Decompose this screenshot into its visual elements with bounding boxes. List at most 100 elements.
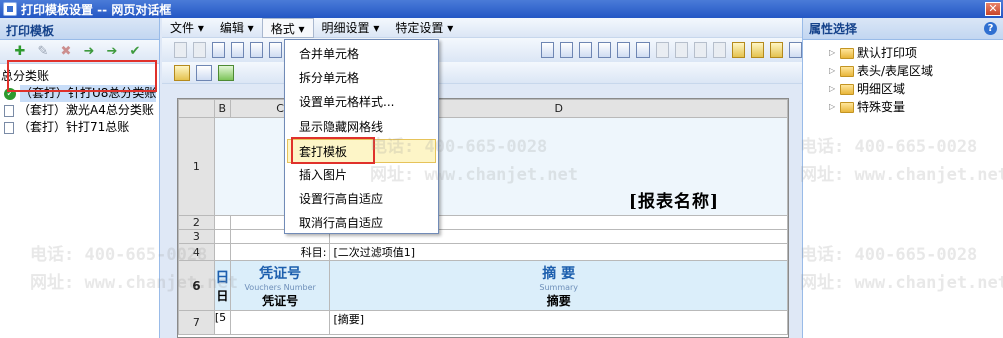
border-icon[interactable] <box>655 42 669 58</box>
align-left-icon[interactable] <box>541 42 555 58</box>
menu-bar: 文件 ▾ 编辑 ▾ 格式 ▾ 明细设置 ▾ 特定设置 ▾ <box>162 17 802 38</box>
delete-template-icon[interactable]: ✖ <box>58 44 74 60</box>
summary-label: 摘 要 <box>542 265 576 282</box>
apply-icon[interactable]: ✔ <box>127 44 143 60</box>
summary-header-cell[interactable]: 摘 要 Summary 摘要 <box>329 260 788 311</box>
expand-arrow-icon[interactable]: ▷ <box>829 62 837 80</box>
voucher-sub-label: Vouchers Number <box>244 282 316 292</box>
indent-icon[interactable] <box>579 42 593 58</box>
property-panel-title: 属性选择 <box>809 22 858 36</box>
document-icon <box>4 121 14 134</box>
align-center-icon[interactable] <box>560 42 574 58</box>
menu-format[interactable]: 格式 ▾ <box>261 17 314 38</box>
subject-value[interactable]: [二次过滤项值1] <box>329 243 788 261</box>
row-header-7[interactable]: 7 <box>178 310 215 335</box>
find-icon[interactable] <box>750 42 765 58</box>
list-icon[interactable] <box>196 64 212 81</box>
folder-icon <box>840 83 854 95</box>
row-header-6[interactable]: 6 <box>178 260 215 311</box>
style-icon[interactable] <box>731 42 745 58</box>
valign-top-icon[interactable] <box>617 42 631 58</box>
subject-label[interactable]: 科目: <box>229 243 331 261</box>
folder-icon <box>840 65 854 77</box>
highlight-box <box>7 60 157 92</box>
day-label-cn: 日 <box>216 289 229 303</box>
insert-row-icon[interactable] <box>712 42 726 58</box>
document-icon <box>4 104 14 117</box>
valign-bottom-icon[interactable] <box>636 42 650 58</box>
property-tree: ▷ 默认打印项 ▷ 表头/表尾区域 ▷ 明细区域 ▷ 特殊变量 <box>803 40 1003 116</box>
template-item-a4[interactable]: （套打）激光A4总分类账 <box>0 102 159 119</box>
import-icon[interactable]: ➜ <box>81 44 97 60</box>
template-panel-header: 打印模板 <box>0 18 159 40</box>
save-icon[interactable] <box>193 42 207 58</box>
outdent-icon[interactable] <box>598 42 612 58</box>
edit-template-icon[interactable]: ✎ <box>35 44 51 60</box>
menu-detail-settings[interactable]: 明细设置 ▾ <box>314 18 388 38</box>
image-icon[interactable] <box>212 42 226 58</box>
template-sheet[interactable]: B C D 1 [报表名称] 2 3 4 科目: [二次过滤项值1] 6 日 日… <box>177 98 789 338</box>
col-header-b[interactable]: B <box>213 99 231 118</box>
cell[interactable] <box>213 215 231 230</box>
property-panel-header: 属性选择 ? <box>803 18 1003 40</box>
cell[interactable] <box>229 310 331 335</box>
node-label: 默认打印项 <box>857 46 918 60</box>
cell[interactable]: [5 <box>213 310 231 335</box>
menu-item-insert-image[interactable]: 插入图片 <box>285 163 438 187</box>
window-titlebar: 打印模板设置 -- 网页对话框 ✕ <box>0 0 1003 18</box>
property-node-header-footer[interactable]: ▷ 表头/表尾区域 <box>829 62 1003 80</box>
menu-item-toggle-gridlines[interactable]: 显示隐藏网格线 <box>285 115 438 139</box>
expand-arrow-icon[interactable]: ▷ <box>829 80 837 98</box>
merge-icon[interactable] <box>674 42 688 58</box>
menu-item-merge-cells[interactable]: 合并单元格 <box>285 42 438 66</box>
template-item-71[interactable]: （套打）针打71总账 <box>0 119 159 136</box>
help-icon[interactable]: ? <box>984 22 997 35</box>
folder-icon <box>840 101 854 113</box>
cell[interactable] <box>213 229 231 244</box>
menu-item-cell-style[interactable]: 设置单元格样式... <box>285 90 438 114</box>
node-label: 特殊变量 <box>857 100 906 114</box>
split-icon[interactable] <box>693 42 707 58</box>
export-icon[interactable]: ➔ <box>104 44 120 60</box>
menu-item-cancel-auto-row-height[interactable]: 取消行高自适应 <box>285 211 438 235</box>
row-header-1[interactable]: 1 <box>178 117 215 216</box>
voucher-label-cn: 凭证号 <box>262 293 299 308</box>
close-button[interactable]: ✕ <box>985 2 1001 16</box>
voucher-header-cell[interactable]: 凭证号 Vouchers Number 凭证号 <box>229 260 331 311</box>
secondary-toolbar <box>162 62 802 84</box>
property-node-default-print[interactable]: ▷ 默认打印项 <box>829 44 1003 62</box>
summary-field-cell[interactable]: [摘要] <box>329 310 788 335</box>
menu-item-auto-row-height[interactable]: 设置行高自适应 <box>285 187 438 211</box>
new-template-icon[interactable]: ✚ <box>12 44 28 60</box>
corner-cell <box>178 99 215 118</box>
grid-icon[interactable] <box>174 64 190 81</box>
day-header-cell[interactable]: 日 日 <box>213 260 231 311</box>
template-label: （套打）针打71总账 <box>18 120 130 134</box>
property-node-detail-area[interactable]: ▷ 明细区域 <box>829 80 1003 98</box>
window-title: 打印模板设置 -- 网页对话框 <box>21 2 172 17</box>
cut-icon[interactable] <box>269 42 283 58</box>
new-icon[interactable] <box>174 42 188 58</box>
expand-arrow-icon[interactable]: ▷ <box>829 98 837 116</box>
menu-file[interactable]: 文件 ▾ <box>162 18 212 38</box>
highlight-icon[interactable] <box>770 42 784 58</box>
template-label: （套打）激光A4总分类账 <box>18 103 154 117</box>
frame-icon[interactable] <box>789 42 803 58</box>
row-header-2[interactable]: 2 <box>178 215 215 230</box>
menu-special-settings[interactable]: 特定设置 ▾ <box>387 18 461 38</box>
menu-edit[interactable]: 编辑 ▾ <box>212 18 262 38</box>
folder-icon <box>840 47 854 59</box>
day-label: 日 <box>215 270 230 286</box>
property-node-special-vars[interactable]: ▷ 特殊变量 <box>829 98 1003 116</box>
summary-label-cn: 摘要 <box>546 293 571 308</box>
row-header-4[interactable]: 4 <box>178 243 215 261</box>
voucher-label: 凭证号 <box>259 265 302 282</box>
picture-icon[interactable] <box>218 64 234 81</box>
cell[interactable] <box>213 243 231 261</box>
menu-item-split-cells[interactable]: 拆分单元格 <box>285 66 438 90</box>
expand-arrow-icon[interactable]: ▷ <box>829 44 837 62</box>
highlight-box <box>291 137 375 164</box>
row-header-3[interactable]: 3 <box>178 229 215 244</box>
preview-icon[interactable] <box>231 42 245 58</box>
print-icon[interactable] <box>250 42 264 58</box>
